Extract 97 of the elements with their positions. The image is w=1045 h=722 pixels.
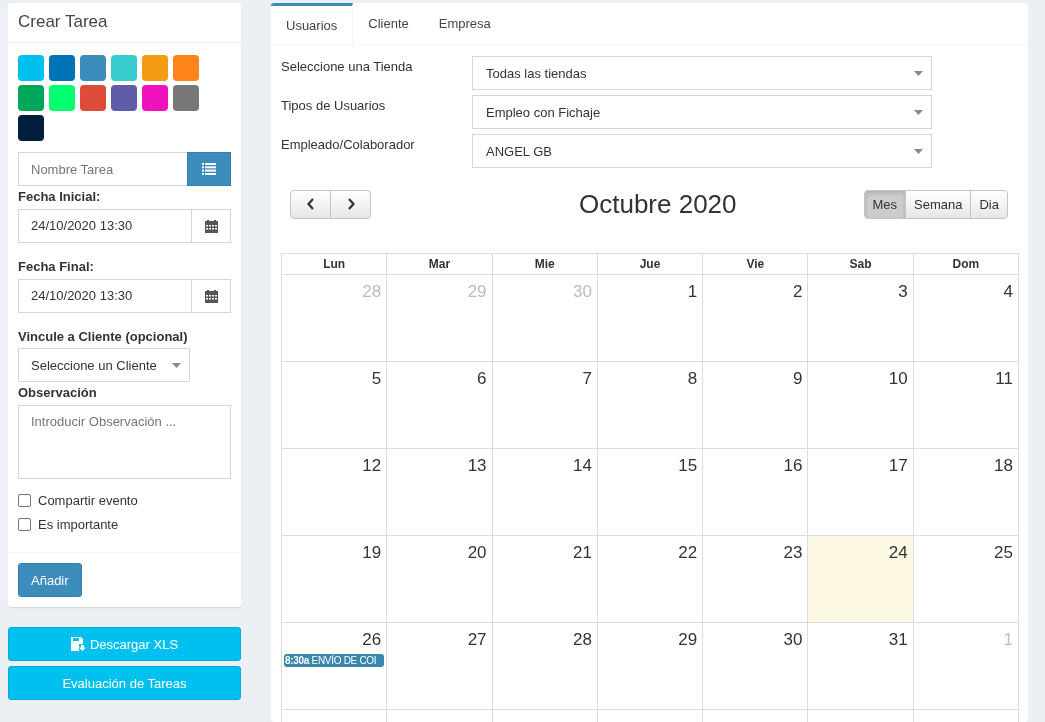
day-number: 19 (362, 543, 382, 562)
field-label: Fecha Final: (18, 259, 95, 274)
day-number: 27 (467, 630, 487, 649)
caret-icon (914, 70, 923, 76)
weekday-header: Mar (387, 254, 493, 274)
chevron-left-icon (306, 198, 315, 210)
next-button[interactable] (330, 189, 371, 219)
caret-icon (914, 109, 923, 115)
filter-label: Tipos de Usuarios (281, 97, 387, 113)
color-swatch[interactable] (80, 55, 106, 81)
day-number: 3 (898, 282, 908, 301)
day-number: 25 (994, 543, 1013, 562)
day-number: 20 (467, 543, 487, 562)
day-number: 29 (678, 630, 698, 649)
chevron-right-icon (346, 198, 355, 210)
color-swatch[interactable] (111, 85, 137, 111)
calendar-icon (204, 289, 218, 303)
checkbox-label[interactable]: Es importante (38, 517, 119, 532)
day-number: 7 (582, 369, 592, 388)
view-button[interactable]: Mes (863, 189, 907, 219)
other-month-day: 29 (467, 282, 487, 301)
color-swatch[interactable] (49, 85, 75, 111)
day-number: 26 (362, 630, 382, 649)
day-number: 2 (792, 282, 803, 301)
date-field[interactable]: 24/10/2020 13:30 (18, 209, 231, 243)
day-number: 14 (572, 456, 592, 475)
filter-label: Empleado/Colaborador (281, 136, 416, 152)
client-select[interactable]: Seleccione un Cliente (18, 348, 190, 382)
filter-select[interactable]: ANGEL GB (472, 134, 932, 168)
color-swatch[interactable] (80, 85, 106, 111)
day-number: 28 (572, 630, 592, 649)
color-swatch[interactable] (18, 55, 44, 81)
add-button[interactable]: Añadir (18, 563, 82, 597)
color-swatch[interactable] (173, 85, 199, 111)
color-swatch[interactable] (111, 55, 137, 81)
month-title: Octubre 2020 (578, 188, 737, 220)
date-field[interactable]: 24/10/2020 13:30 (18, 279, 231, 313)
day-number: 10 (888, 369, 908, 388)
calendar-event[interactable]: 8:30a ENVÍO DE COI (284, 654, 385, 667)
checkbox-label[interactable]: Compartir evento (38, 493, 138, 508)
color-swatch[interactable] (18, 115, 44, 141)
day-number: 24 (888, 543, 908, 562)
field-label: Observación (18, 385, 98, 400)
day-number: 9 (792, 369, 803, 388)
day-number: 5 (371, 369, 382, 388)
color-swatch[interactable] (173, 55, 199, 81)
task-name-field[interactable]: Nombre Tarea (18, 152, 187, 186)
calendar-icon (204, 219, 218, 233)
view-button[interactable]: Dia (970, 189, 1008, 219)
color-list-button[interactable] (187, 152, 231, 186)
filter-label: Seleccione una Tienda (281, 58, 414, 74)
weekday-header: Dom (913, 254, 1019, 274)
day-number: 31 (888, 630, 908, 649)
day-number: 21 (572, 543, 592, 562)
day-number: 13 (467, 456, 487, 475)
filter-select[interactable]: Empleo con Fichaje (472, 95, 932, 129)
day-number: 22 (678, 543, 698, 562)
day-number: 16 (783, 456, 803, 475)
other-month-day: 28 (362, 282, 382, 301)
weekday-header: Jue (597, 254, 704, 274)
observation-field[interactable]: Introducir Observación ... (18, 405, 231, 479)
previous-button[interactable] (290, 189, 331, 219)
day-number: 8 (687, 369, 698, 388)
day-number: 4 (1003, 282, 1013, 301)
color-swatch[interactable] (142, 85, 168, 111)
day-number: 11 (995, 369, 1013, 388)
filter-select[interactable]: Todas las tiendas (472, 56, 932, 90)
weekday-header: Sab (808, 254, 914, 274)
weekday-header: Mie (492, 254, 598, 274)
day-number: 18 (994, 456, 1013, 475)
day-number: 17 (888, 456, 908, 475)
tab[interactable]: Cliente (353, 3, 424, 45)
weekday-header: Lun (282, 254, 388, 274)
color-swatch[interactable] (18, 85, 44, 111)
tab[interactable]: Empresa (423, 3, 506, 45)
day-number: 15 (678, 456, 698, 475)
caret-icon (914, 148, 923, 154)
other-month-day: 1 (1003, 630, 1013, 649)
caret-icon (172, 362, 181, 368)
color-swatch[interactable] (142, 55, 168, 81)
day-number: 12 (362, 456, 382, 475)
field-label: Fecha Inicial: (18, 189, 102, 204)
color-swatch[interactable] (49, 55, 75, 81)
day-number: 30 (783, 630, 803, 649)
view-button[interactable]: Semana (905, 189, 972, 219)
tab[interactable]: Usuarios (271, 3, 354, 45)
checkbox[interactable] (18, 494, 31, 507)
weekday-header: Vie (703, 254, 809, 274)
field-label: Vincule a Cliente (opcional) (18, 329, 189, 344)
day-number: 6 (477, 369, 487, 388)
form-title: Crear Tarea (18, 12, 108, 31)
other-month-day: 30 (572, 282, 592, 301)
checkbox[interactable] (18, 518, 31, 531)
floppy-download-icon (70, 637, 87, 651)
list-icon (202, 163, 216, 175)
day-number: 1 (687, 282, 698, 301)
day-number: 23 (783, 543, 803, 562)
